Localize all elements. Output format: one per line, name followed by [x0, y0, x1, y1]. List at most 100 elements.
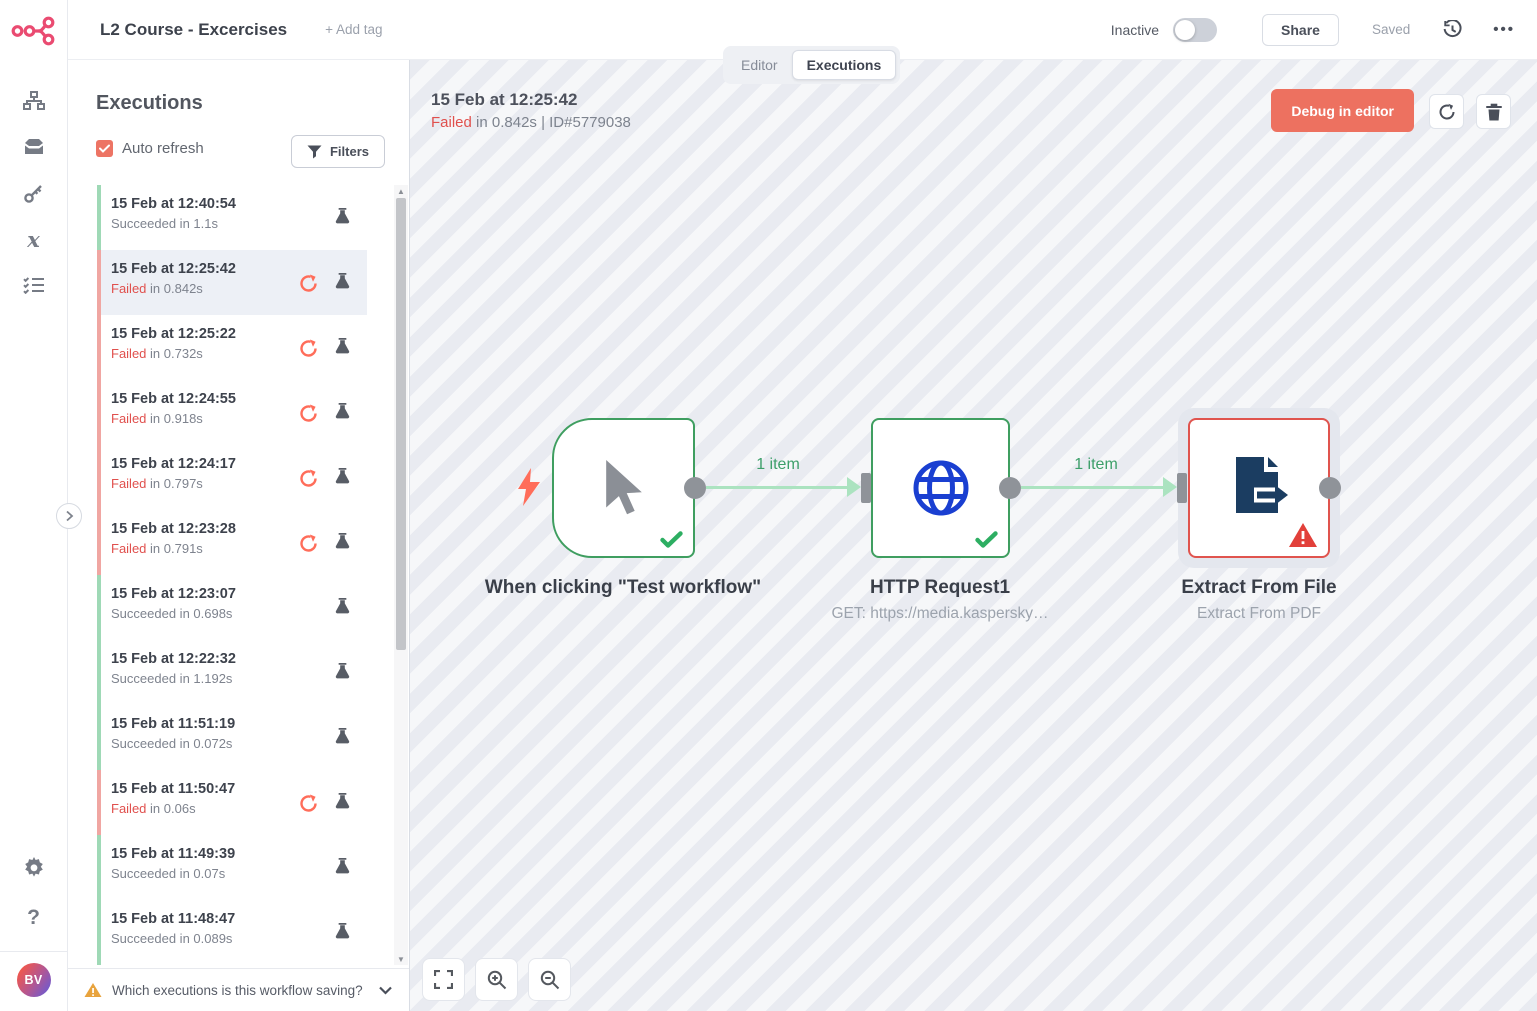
warning-icon: [84, 982, 102, 998]
execution-list-item[interactable]: 15 Feb at 12:25:22Failed in 0.732s: [97, 315, 367, 380]
execution-list-item[interactable]: 15 Feb at 11:49:39Succeeded in 0.07s: [97, 835, 367, 900]
execution-status-text: Failed in 0.791s: [111, 541, 236, 556]
scroll-down-icon[interactable]: ▼: [394, 953, 408, 965]
execution-summary: 15 Feb at 11:49:39Succeeded in 0.07s: [111, 846, 235, 881]
flask-icon[interactable]: [335, 858, 350, 875]
file-export-icon: [1220, 449, 1298, 527]
execution-timestamp: 15 Feb at 12:25:22: [111, 326, 236, 342]
more-options-icon[interactable]: •••: [1493, 21, 1515, 38]
auto-refresh-label: Auto refresh: [122, 140, 204, 157]
output-port[interactable]: [684, 477, 706, 499]
execution-actions: [281, 510, 367, 575]
execution-list-item[interactable]: 15 Feb at 12:24:55Failed in 0.918s: [97, 380, 367, 445]
execution-status-text: Succeeded in 0.089s: [111, 931, 235, 946]
share-button[interactable]: Share: [1262, 14, 1339, 46]
execution-meta: Failed in 0.842s | ID#5779038: [431, 114, 631, 131]
execution-summary: 15 Feb at 11:50:47Failed in 0.06s: [111, 781, 235, 816]
execution-summary: 15 Feb at 12:24:17Failed in 0.797s: [111, 456, 236, 491]
execution-actions: [281, 770, 367, 835]
node-when-clicking-test-workflow[interactable]: [552, 418, 695, 558]
execution-list-item[interactable]: 15 Feb at 11:48:47Succeeded in 0.089s: [97, 900, 367, 965]
execution-list-item[interactable]: 15 Feb at 12:40:54Succeeded in 1.1s: [97, 185, 367, 250]
output-port[interactable]: [1319, 477, 1341, 499]
flask-icon[interactable]: [335, 468, 350, 485]
workflow-title[interactable]: L2 Course - Excercises: [100, 20, 287, 40]
scrollbar-thumb[interactable]: [396, 198, 406, 650]
active-toggle[interactable]: [1173, 18, 1217, 42]
flask-icon[interactable]: [335, 793, 350, 810]
status-strip: [97, 185, 101, 250]
node-extract-from-file[interactable]: [1188, 418, 1330, 558]
add-tag-button[interactable]: + Add tag: [325, 22, 382, 37]
execution-list-item[interactable]: 15 Feb at 12:25:42Failed in 0.842s: [97, 250, 367, 315]
tab-executions[interactable]: Executions: [792, 50, 897, 80]
retry-icon[interactable]: [299, 794, 318, 813]
executions-scrollbar[interactable]: ▲ ▼: [394, 185, 408, 965]
fit-view-icon[interactable]: [422, 958, 465, 1001]
retry-icon[interactable]: [299, 274, 318, 293]
view-tabs: Editor Executions: [723, 46, 900, 84]
execution-list-item[interactable]: 15 Feb at 12:24:17Failed in 0.797s: [97, 445, 367, 510]
node-http-request1[interactable]: [871, 418, 1010, 558]
success-check-icon: [660, 531, 683, 548]
status-strip: [97, 770, 101, 835]
retry-icon[interactable]: [299, 404, 318, 423]
retry-icon[interactable]: [299, 339, 318, 358]
settings-icon[interactable]: [14, 845, 54, 891]
templates-icon[interactable]: [14, 124, 54, 170]
execution-list-item[interactable]: 15 Feb at 11:50:47Failed in 0.06s: [97, 770, 367, 835]
workflow-canvas[interactable]: 15 Feb at 12:25:42 Failed in 0.842s | ID…: [410, 60, 1537, 1011]
panel-collapse-button[interactable]: [56, 503, 82, 529]
connection-line[interactable]: [1021, 486, 1168, 489]
flask-icon[interactable]: [335, 273, 350, 290]
executions-list: 15 Feb at 12:40:54Succeeded in 1.1s15 Fe…: [68, 185, 395, 968]
flask-icon[interactable]: [335, 208, 350, 225]
output-port[interactable]: [999, 477, 1021, 499]
zoom-out-icon[interactable]: [528, 958, 571, 1001]
flask-icon[interactable]: [335, 403, 350, 420]
executions-icon[interactable]: [14, 262, 54, 308]
delete-execution-icon[interactable]: [1476, 94, 1511, 129]
input-port[interactable]: [1177, 473, 1187, 503]
history-icon[interactable]: [1442, 20, 1463, 40]
flask-icon[interactable]: [335, 598, 350, 615]
scroll-up-icon[interactable]: ▲: [394, 185, 408, 197]
active-state-label: Inactive: [1111, 22, 1159, 38]
refresh-execution-button[interactable]: [1429, 94, 1464, 129]
execution-timestamp: 15 Feb at 12:24:55: [111, 391, 236, 407]
execution-list-item[interactable]: 15 Feb at 11:51:19 Succeeded in 0.072s: [97, 705, 367, 770]
status-strip: [97, 510, 101, 575]
connection-line[interactable]: [706, 486, 849, 489]
input-port[interactable]: [861, 473, 871, 503]
execution-list-item[interactable]: 15 Feb at 12:23:28Failed in 0.791s: [97, 510, 367, 575]
flask-icon[interactable]: [335, 533, 350, 550]
variables-icon[interactable]: x: [14, 216, 54, 262]
flask-icon[interactable]: [335, 663, 350, 680]
auto-refresh-checkbox[interactable]: Auto refresh: [96, 140, 204, 157]
n8n-logo-icon[interactable]: [11, 14, 57, 48]
help-icon[interactable]: ?: [14, 895, 54, 941]
saving-question-bar[interactable]: Which executions is this workflow saving…: [68, 968, 409, 1011]
execution-timestamp: 15 Feb at 11:51:19: [111, 716, 235, 732]
execution-actions: [281, 835, 367, 900]
retry-icon[interactable]: [299, 534, 318, 553]
debug-in-editor-button[interactable]: Debug in editor: [1271, 89, 1414, 132]
tab-editor[interactable]: Editor: [727, 51, 792, 79]
avatar[interactable]: BV: [17, 963, 51, 997]
retry-icon[interactable]: [299, 469, 318, 488]
zoom-in-icon[interactable]: [475, 958, 518, 1001]
flask-icon[interactable]: [335, 338, 350, 355]
execution-actions: [281, 900, 367, 965]
credentials-icon[interactable]: [14, 170, 54, 216]
flask-icon[interactable]: [335, 923, 350, 940]
flask-icon[interactable]: [335, 728, 350, 745]
checkbox-checked-icon: [96, 140, 113, 157]
execution-timestamp: 15 Feb at 11:50:47: [111, 781, 235, 797]
execution-status-text: Failed in 0.797s: [111, 476, 236, 491]
workflows-icon[interactable]: [14, 78, 54, 124]
connection-items-label: 1 item: [1048, 456, 1144, 474]
execution-status-text: Succeeded in 0.072s: [111, 736, 235, 751]
execution-list-item[interactable]: 15 Feb at 12:22:32Succeeded in 1.192s: [97, 640, 367, 705]
filters-button[interactable]: Filters: [291, 135, 385, 168]
execution-list-item[interactable]: 15 Feb at 12:23:07Succeeded in 0.698s: [97, 575, 367, 640]
